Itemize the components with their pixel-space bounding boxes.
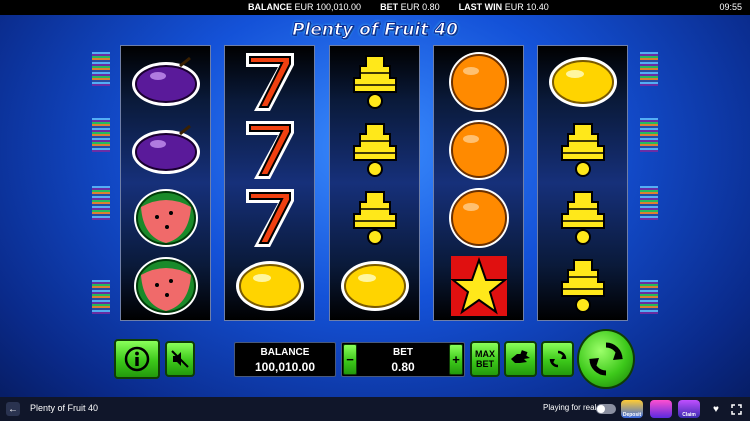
- bet-label: BET: [380, 2, 399, 12]
- bell-symbol: [330, 184, 419, 252]
- seven-symbol: [225, 48, 314, 116]
- max-bet-label-line2: BET: [476, 359, 494, 369]
- plum-symbol: [121, 116, 210, 184]
- bell-symbol: [330, 48, 419, 116]
- watermelon-symbol: [121, 252, 210, 320]
- back-arrow-icon: ←: [8, 403, 18, 415]
- clock: 09:55: [719, 2, 742, 12]
- game-logo: Plenty of Fruit 40: [282, 16, 468, 44]
- bet-panel-label: BET: [393, 347, 413, 358]
- promo-deposit-label: Deposit: [622, 412, 642, 418]
- watermelon-symbol: [121, 184, 210, 252]
- seven-symbol: [225, 116, 314, 184]
- gamble-hand-icon: [510, 350, 530, 363]
- game-title: Plenty of Fruit 40: [30, 403, 99, 413]
- bell-symbol: [538, 116, 627, 184]
- account-stats: BALANCE EUR 100,010.00 BET EUR 0.80 LAST…: [248, 0, 549, 15]
- minus-icon: −: [346, 352, 354, 367]
- mute-button[interactable]: [165, 341, 195, 377]
- reel-4: [433, 45, 524, 321]
- promo-bonus[interactable]: [650, 400, 672, 418]
- last-win-label: LAST WIN: [458, 2, 503, 12]
- promo-claim-label: Claim: [682, 412, 696, 418]
- payline-marker: [640, 280, 658, 314]
- fullscreen-button[interactable]: [729, 402, 743, 416]
- lemon-symbol: [538, 48, 627, 116]
- balance-panel-value: 100,010.00: [254, 360, 316, 374]
- spin-icon: [589, 342, 623, 376]
- heart-icon: ♥: [713, 403, 719, 415]
- seven-symbol: [225, 184, 314, 252]
- bet-increase-button[interactable]: +: [449, 344, 463, 375]
- lemon-symbol: [330, 252, 419, 320]
- payline-marker: [640, 186, 658, 220]
- top-status-bar: BALANCE EUR 100,010.00 BET EUR 0.80 LAST…: [0, 0, 750, 15]
- game-logo-text: Plenty of Fruit 40: [292, 20, 459, 41]
- favorite-button[interactable]: ♥: [709, 402, 723, 416]
- back-button[interactable]: ←: [6, 402, 20, 416]
- bet-panel-value: 0.80: [391, 360, 415, 374]
- speaker-muted-icon: [171, 350, 189, 368]
- plum-symbol: [121, 48, 210, 116]
- payline-marker: [92, 118, 110, 152]
- max-bet-button[interactable]: MAX BET: [470, 341, 500, 377]
- bottom-bar: ← Plenty of Fruit 40 Playing for real De…: [0, 397, 750, 421]
- bell-symbol: [538, 252, 627, 320]
- balance-label: BALANCE: [248, 2, 292, 12]
- max-bet-label-line1: MAX: [475, 349, 495, 359]
- plus-icon: +: [452, 352, 460, 367]
- bet-panel: BET 0.80: [341, 342, 465, 377]
- playing-for-real-label: Playing for real: [543, 403, 597, 412]
- last-win-value: EUR 10.40: [504, 2, 549, 12]
- reel-1: [120, 45, 211, 321]
- balance-value: EUR 100,010.00: [294, 2, 362, 12]
- gamble-button[interactable]: [504, 341, 537, 377]
- star-symbol: [434, 252, 523, 320]
- info-button[interactable]: [114, 339, 160, 379]
- promo-claim[interactable]: Claim: [678, 400, 700, 418]
- reel-5: [537, 45, 628, 321]
- bet-decrease-button[interactable]: −: [343, 344, 357, 375]
- autoplay-icon: [549, 350, 566, 368]
- payline-marker: [92, 186, 110, 220]
- fullscreen-icon: [730, 403, 742, 415]
- reel-2: [224, 45, 315, 321]
- lemon-symbol: [225, 252, 314, 320]
- info-icon: [124, 346, 150, 372]
- bet-value: EUR 0.80: [400, 2, 440, 12]
- orange-symbol: [434, 184, 523, 252]
- orange-symbol: [434, 48, 523, 116]
- spin-button[interactable]: [577, 329, 635, 389]
- autoplay-button[interactable]: [541, 341, 574, 377]
- play-mode-toggle[interactable]: [596, 404, 616, 414]
- reel-3: [329, 45, 420, 321]
- promo-deposit[interactable]: Deposit: [621, 400, 643, 418]
- payline-marker: [92, 280, 110, 314]
- bell-symbol: [538, 184, 627, 252]
- balance-panel-label: BALANCE: [260, 347, 310, 358]
- bell-symbol: [330, 116, 419, 184]
- orange-symbol: [434, 116, 523, 184]
- payline-marker: [92, 52, 110, 86]
- payline-marker: [640, 52, 658, 86]
- balance-panel: BALANCE 100,010.00: [234, 342, 336, 377]
- payline-marker: [640, 118, 658, 152]
